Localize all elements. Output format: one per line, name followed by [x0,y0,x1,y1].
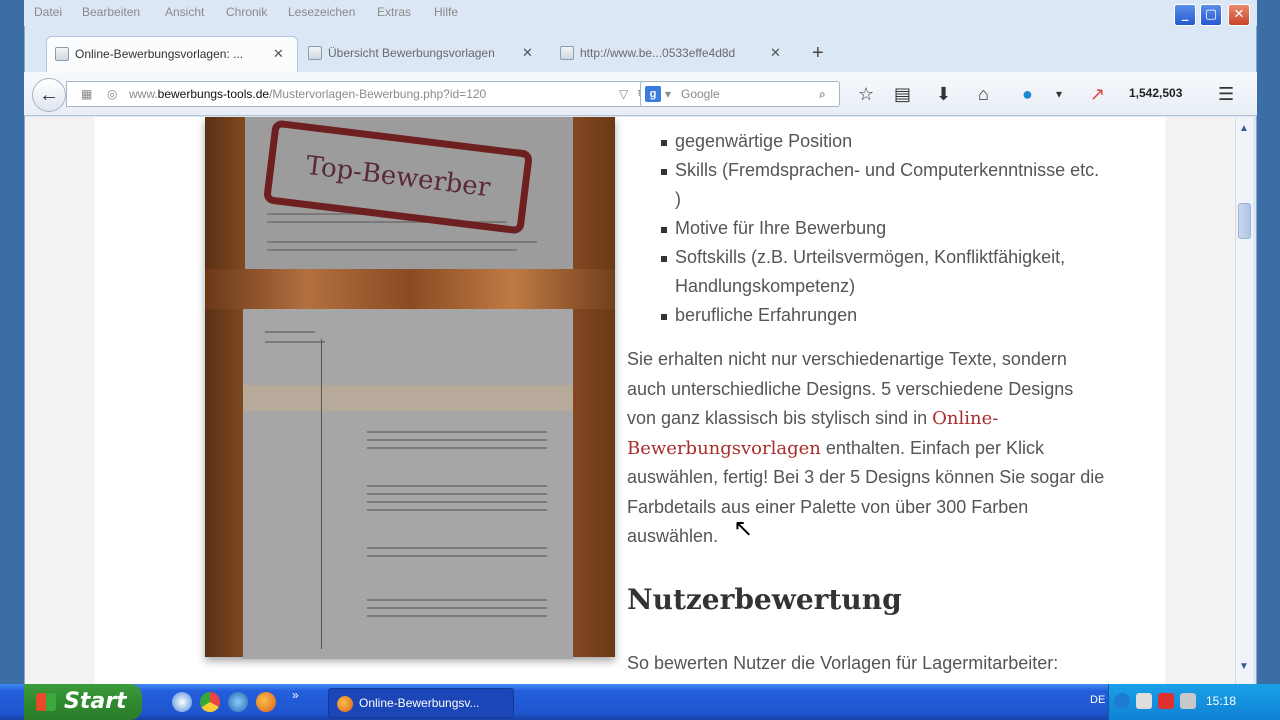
tab-label: Übersicht Bewerbungsvorlagen [328,46,495,60]
tray-safety-icon[interactable] [1136,693,1152,709]
text-line [367,509,547,511]
quicklaunch-firefox-icon[interactable] [256,692,276,712]
menu-bar: Datei Bearbeiten Ansicht Chronik Lesezei… [24,0,1257,26]
list-item: gegenwärtige Position [659,127,1109,156]
home-icon[interactable]: ⌂ [978,82,989,106]
text-line [367,555,547,557]
text-line [367,607,547,609]
tab-strip: Online-Bewerbungsvorlagen: ... ✕ Übersic… [24,30,1257,72]
hamburger-menu-icon[interactable]: ☰ [1218,82,1234,106]
quicklaunch-chrome-icon[interactable] [200,692,220,712]
tab-label: http://www.be...0533effe4d8d [580,46,736,60]
start-button[interactable]: Start [24,684,142,720]
addon-globe-icon[interactable]: ● [1022,82,1033,106]
document-divider [321,339,322,649]
taskbar [0,684,1280,720]
scroll-up-icon[interactable]: ▲ [1239,123,1249,134]
search-bar[interactable]: g ▾ Google ⌕ [640,81,840,107]
content-column: Top-Bewerber gegenwärtige Position Skill… [95,117,1165,684]
chart-addon-icon[interactable]: ↗ [1090,82,1105,106]
scroll-down-icon[interactable]: ▼ [1239,661,1249,672]
tray-network-icon[interactable] [1114,693,1130,709]
menu-extras[interactable]: Extras [377,5,411,19]
close-window-button[interactable]: ✕ [1228,4,1250,26]
menu-ansicht[interactable]: Ansicht [165,5,204,19]
tab-close-icon[interactable]: ✕ [770,36,781,70]
text-line [367,501,547,503]
tab-online-bewerbungsvorlagen[interactable]: Online-Bewerbungsvorlagen: ... ✕ [46,36,298,72]
tab-http[interactable]: http://www.be...0533effe4d8d ✕ [552,36,804,70]
document-highlight-band [243,385,573,411]
section-heading: Nutzerbewertung [627,583,902,616]
document-sheet [243,309,573,659]
wood-texture [205,269,615,309]
text-line [367,439,547,441]
quicklaunch-desktop-icon[interactable] [172,692,192,712]
tab-close-icon[interactable]: ✕ [273,37,284,71]
chevron-down-icon[interactable]: ▾ [1056,82,1062,106]
tab-close-icon[interactable]: ✕ [522,36,533,70]
text-line [367,447,547,449]
text-line [267,241,537,243]
feature-list: gegenwärtige Position Skills (Fremdsprac… [659,127,1109,330]
google-icon: g [645,86,661,102]
new-tab-plus-icon[interactable]: + [812,43,824,63]
menu-hilfe[interactable]: Hilfe [434,5,458,19]
grid-icon: ▦ [81,87,93,101]
text-line [265,331,315,333]
menu-bearbeiten[interactable]: Bearbeiten [82,5,140,19]
dropdown-triangle-icon[interactable]: ▽ [619,82,628,106]
bookmark-star-icon[interactable]: ☆ [858,82,874,106]
vertical-scrollbar[interactable]: ▲ ▼ [1235,117,1253,684]
taskbar-firefox-window[interactable]: Online-Bewerbungsv... [328,688,514,718]
text-line [267,249,517,251]
chevron-down-icon[interactable]: ▾ [665,82,671,106]
text-line [367,547,547,549]
body-paragraph: Sie erhalten nicht nur verschiedenartige… [627,349,1105,546]
resume-template-image[interactable]: Top-Bewerber [205,117,615,659]
tab-label: Online-Bewerbungsvorlagen: ... [75,47,244,61]
navigation-bar: ▦ ◎ www.bewerbungs-tools.de/Mustervorlag… [24,72,1257,116]
text-line [367,493,547,495]
tab-uebersicht[interactable]: Übersicht Bewerbungsvorlagen ✕ [300,36,552,70]
firefox-icon [337,696,353,712]
minimize-button[interactable]: _ [1174,4,1196,26]
clipboard-icon[interactable]: ▤ [894,82,911,106]
maximize-button[interactable]: ▢ [1200,4,1222,26]
counter-badge: 1,542,503 [1129,86,1183,100]
search-placeholder: Google [681,87,720,101]
body-paragraph: So bewerten Nutzer die Vorlagen für Lage… [627,653,1059,673]
quicklaunch-ie-icon[interactable] [228,692,248,712]
menu-chronik[interactable]: Chronik [226,5,267,19]
language-indicator[interactable]: DE [1090,694,1105,706]
list-item: Skills (Fremdsprachen- und Computerkennt… [659,156,1109,214]
tray-volume-icon[interactable] [1180,693,1196,709]
scrollbar-thumb[interactable] [1238,203,1251,239]
back-button[interactable]: ← [32,78,66,112]
globe-icon: ◎ [107,87,118,101]
list-item: berufliche Erfahrungen [659,301,1109,330]
mouse-cursor-icon: ↖ [733,515,754,542]
page-favicon-icon [560,46,574,60]
list-item: Softskills (z.B. Urteilsvermögen, Konfli… [659,243,1109,301]
download-icon[interactable]: ⬇ [936,82,951,106]
text-line [367,431,547,433]
taskbar-clock[interactable]: 15:18 [1206,694,1236,708]
text-line [367,599,547,601]
text-line [265,341,325,343]
tray-antivirus-icon[interactable] [1158,693,1174,709]
menu-datei[interactable]: Datei [34,5,62,19]
menu-lesezeichen[interactable]: Lesezeichen [288,5,355,19]
web-page: Top-Bewerber gegenwärtige Position Skill… [25,117,1235,684]
windows-flag-icon [36,693,56,711]
list-item: Motive für Ihre Bewerbung [659,214,1109,243]
page-favicon-icon [55,47,69,61]
magnifier-icon[interactable]: ⌕ [819,82,826,106]
url-bar[interactable]: ▦ ◎ www.bewerbungs-tools.de/Mustervorlag… [66,81,656,107]
url-text: www.bewerbungs-tools.de/Mustervorlagen-B… [129,87,487,101]
text-line [367,485,547,487]
quicklaunch-overflow-icon[interactable]: » [292,688,299,702]
text-line [367,615,547,617]
page-favicon-icon [308,46,322,60]
